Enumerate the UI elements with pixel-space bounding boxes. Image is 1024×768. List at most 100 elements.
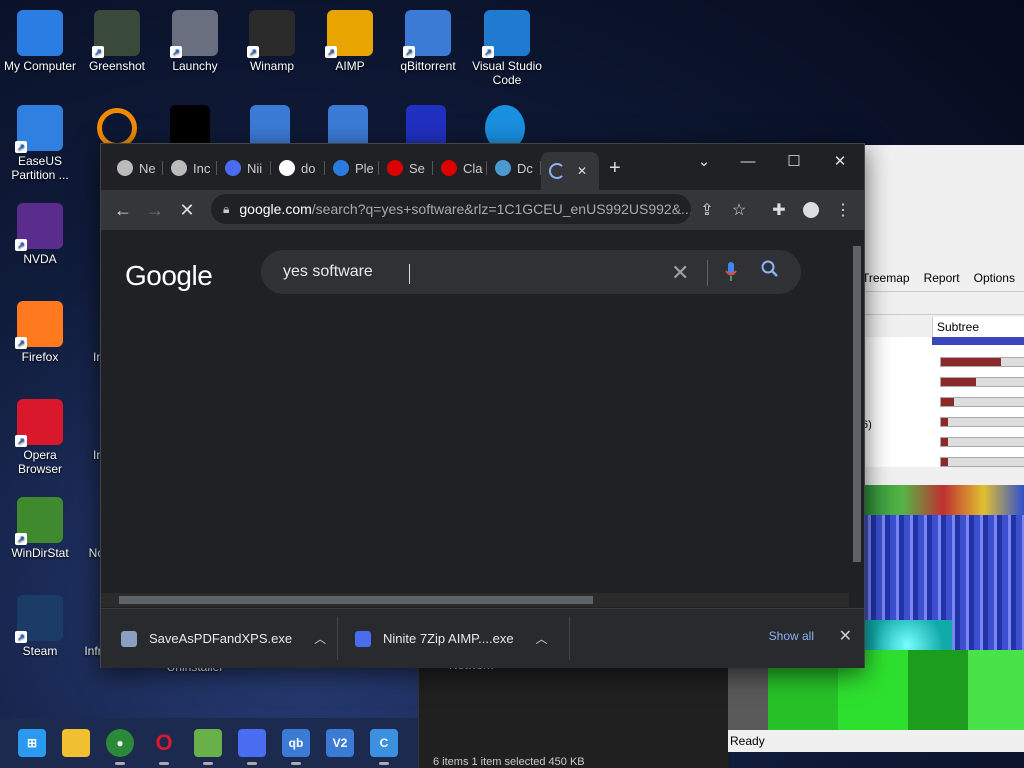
show-all-button[interactable]: Show all — [769, 629, 814, 643]
browser-tab[interactable]: Nii — [217, 154, 271, 182]
new-tab-button[interactable]: + — [601, 154, 621, 182]
chevron-up-icon[interactable]: ︿ — [314, 630, 326, 647]
taskbar-ninite-icon[interactable] — [238, 729, 266, 765]
taskbar-glyph: qb — [288, 736, 304, 750]
share-button[interactable]: ⇪ — [695, 198, 719, 222]
desktop-icon-label: Opera Browser — [17, 448, 62, 476]
subtree-percent-bar — [940, 437, 1024, 447]
taskbar-file-explorer-icon[interactable] — [62, 729, 90, 757]
browser-tab[interactable]: Ne — [109, 154, 163, 182]
subtree-percent-bar — [940, 357, 1024, 367]
chevron-up-icon[interactable]: ︿ — [536, 630, 548, 647]
shortcut-arrow-icon: ↗ — [325, 46, 337, 58]
google-logo[interactable]: Google — [125, 260, 213, 292]
taskbar-opera-icon[interactable]: O — [150, 729, 178, 765]
taskbar-start-icon[interactable]: ⊞ — [18, 729, 46, 757]
desktop-icon-launchy[interactable]: ↗ Launchy — [155, 10, 235, 73]
tab-title: Nii — [247, 160, 263, 176]
taskbar-glyph: C — [379, 736, 389, 750]
desktop-icon-label: Launchy — [172, 59, 218, 73]
desktop-icon-easeus-partition[interactable]: ↗ EaseUS Partition ... — [0, 105, 80, 182]
favicon-icon — [495, 160, 511, 176]
app-icon: ↗ — [403, 10, 451, 58]
vertical-scrollbar[interactable] — [850, 230, 864, 593]
subtree-percent-column[interactable]: Subtree Percent... — [932, 317, 1024, 354]
extensions-button[interactable]: ✚ — [767, 198, 791, 222]
url-path: /search?q=yes+software&rlz=1C1GCEU_enUS9… — [311, 201, 691, 217]
desktop-icon-greenshot[interactable]: ↗ Greenshot — [77, 10, 157, 73]
address-bar[interactable]: 🔒︎ google.com/search?q=yes+software&rlz=… — [211, 194, 691, 224]
desktop-icon-label: NVDA — [23, 252, 57, 266]
horizontal-scrollbar[interactable] — [101, 593, 849, 607]
desktop-icon-qbittorrent[interactable]: ↗ qBittorrent — [388, 10, 468, 73]
bookmark-button[interactable]: ☆ — [727, 198, 751, 222]
shortcut-arrow-icon: ↗ — [170, 46, 182, 58]
close-button[interactable]: ✕ — [817, 148, 863, 174]
desktop-icon-visual-studio-code[interactable]: ↗ Visual Studio Code — [467, 10, 547, 87]
favicon-icon — [387, 160, 403, 176]
desktop-icon-steam[interactable]: ↗ Steam — [0, 595, 80, 658]
stop-button[interactable]: ✕ — [175, 198, 199, 222]
desktop-icon-winamp[interactable]: ↗ Winamp — [232, 10, 312, 73]
taskbar-qbittorrent-icon[interactable]: qb — [282, 729, 310, 765]
close-shelf-icon[interactable]: ✕ — [839, 626, 852, 646]
scroll-thumb[interactable] — [119, 596, 593, 604]
back-button[interactable]: ← — [111, 198, 135, 222]
star-icon: ☆ — [731, 202, 747, 219]
shortcut-arrow-icon: ↗ — [92, 46, 104, 58]
scroll-thumb[interactable] — [853, 246, 861, 562]
puzzle-icon: ✚ — [772, 202, 786, 219]
taskbar-vnc-icon[interactable]: V2 — [326, 729, 354, 757]
desktop-icon-label: Winamp — [249, 59, 294, 73]
browser-tab[interactable]: Cla — [433, 154, 487, 182]
maximize-button[interactable]: ☐ — [771, 148, 817, 174]
taskbar-ccleaner-icon[interactable]: C — [370, 729, 398, 765]
browser-tab[interactable]: do — [271, 154, 325, 182]
subtree-percent-bar — [940, 377, 1024, 387]
tab-close-icon[interactable]: ✕ — [577, 164, 587, 178]
desktop-icon-my-computer[interactable]: My Computer — [0, 10, 80, 73]
download-item[interactable]: Ninite 7Zip AIMP....exe ︿ — [355, 609, 548, 668]
desktop-icon-aimp[interactable]: ↗ AIMP — [310, 10, 390, 73]
download-shelf: SaveAsPDFandXPS.exe ︿ Ninite 7Zip AIMP..… — [101, 608, 864, 668]
bar-fill — [941, 418, 948, 426]
taskbar-chrome-icon[interactable]: ● — [106, 729, 134, 765]
browser-tab[interactable]: Dc — [487, 154, 541, 182]
clear-search-icon[interactable]: ✕ — [671, 260, 689, 286]
desktop-icon-label: My Computer — [3, 59, 77, 73]
tab-active-loading[interactable]: ✕ — [541, 152, 599, 190]
stop-icon: ✕ — [179, 199, 195, 220]
menu-button[interactable]: ⋮ — [831, 198, 855, 222]
desktop-icon-label: WinDirStat — [11, 546, 69, 560]
search-input[interactable]: yes software — [283, 263, 373, 281]
tab-search-button[interactable]: ⌄ — [681, 148, 727, 174]
browser-toolbar: ← → ✕ 🔒︎ google.com/search?q=yes+softwar… — [101, 190, 864, 230]
desktop-icon-label: Steam — [22, 644, 58, 658]
desktop-icon-label: Greenshot — [88, 59, 146, 73]
favicon-icon — [279, 160, 295, 176]
minimize-button[interactable]: — — [725, 148, 771, 174]
search-box[interactable]: yes software ✕ — [261, 250, 801, 294]
microphone-icon[interactable] — [725, 262, 737, 281]
search-icon[interactable] — [761, 260, 779, 283]
menu-report[interactable]: Report — [924, 271, 960, 291]
desktop-icon-nvda[interactable]: ↗ NVDA — [0, 203, 80, 266]
ninite-file-icon — [355, 630, 371, 647]
browser-tab[interactable]: Ple — [325, 154, 379, 182]
taskbar-greenshot-icon[interactable] — [194, 729, 222, 765]
profile-button[interactable] — [799, 198, 823, 222]
download-item[interactable]: SaveAsPDFandXPS.exe ︿ — [121, 609, 326, 668]
browser-tab[interactable]: Se — [379, 154, 433, 182]
desktop-icon-opera-browser[interactable]: ↗ Opera Browser — [0, 399, 80, 476]
desktop-icon-firefox[interactable]: ↗ Firefox — [0, 301, 80, 364]
subtree-percent-bar — [940, 417, 1024, 427]
loading-spinner-icon — [549, 163, 565, 179]
taskbar: ⊞ ● Oqb V2 C — [0, 718, 418, 768]
windirstat-menubar: Treemap Report Options — [862, 271, 1024, 291]
desktop-icon-windirstat[interactable]: ↗ WinDirStat — [0, 497, 80, 560]
browser-tab[interactable]: Inc — [163, 154, 217, 182]
menu-treemap[interactable]: Treemap — [862, 271, 910, 291]
forward-button[interactable]: → — [143, 198, 167, 222]
chevron-down-icon: ⌄ — [697, 153, 711, 170]
menu-options[interactable]: Options — [974, 271, 1015, 291]
